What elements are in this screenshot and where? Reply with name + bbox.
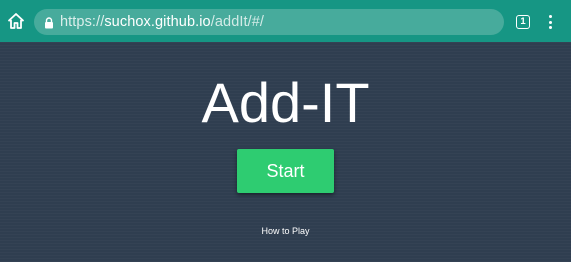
game-page: Add-IT Start How to Play [0, 42, 571, 262]
home-icon[interactable] [6, 10, 26, 32]
tab-switcher-icon[interactable]: 1 [516, 15, 530, 29]
url-host: suchox.github.io [104, 14, 211, 30]
url-bar[interactable]: https://suchox.github.io/addIt/#/ [34, 9, 504, 35]
url-scheme: https:// [60, 14, 105, 30]
browser-toolbar: https://suchox.github.io/addIt/#/ 1 [0, 0, 571, 42]
lock-icon [44, 16, 54, 29]
url-path: /addIt/#/ [210, 14, 265, 30]
overflow-menu-icon[interactable] [544, 14, 556, 30]
how-to-play-link[interactable]: How to Play [0, 225, 571, 237]
url-text[interactable]: https://suchox.github.io/addIt/#/ [60, 14, 264, 30]
app-title: Add-IT [201, 71, 370, 134]
start-button[interactable]: Start [237, 149, 334, 193]
